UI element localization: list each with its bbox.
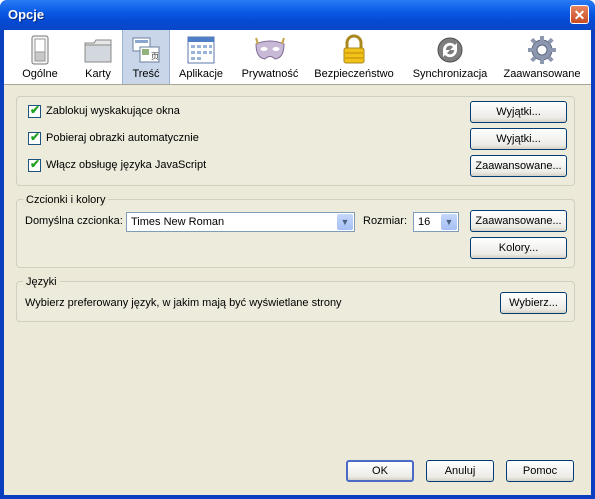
tab-security[interactable]: Bezpieczeństwo bbox=[311, 30, 397, 84]
font-size-value: 16 bbox=[418, 216, 431, 228]
content-icon: 页 bbox=[132, 37, 160, 63]
tab-label: Aplikacje bbox=[178, 68, 224, 80]
applications-icon bbox=[187, 36, 215, 64]
svg-text:页: 页 bbox=[151, 52, 159, 61]
content-group: ✔ Zablokuj wyskakujące okna Wyjątki... ✔… bbox=[16, 96, 575, 186]
load-images-label: Pobieraj obrazki automatycznie bbox=[46, 132, 199, 144]
fonts-advanced-button[interactable]: Zaawansowane... bbox=[470, 210, 567, 232]
cancel-button[interactable]: Anuluj bbox=[426, 460, 494, 482]
gear-icon bbox=[528, 36, 556, 64]
close-button[interactable]: ✕ bbox=[570, 5, 589, 24]
block-popups-checkbox[interactable]: ✔ bbox=[28, 103, 41, 118]
category-toolbar: Ogólne Karty 页 Treść Aplikacje Prywatnoś… bbox=[4, 30, 591, 85]
tab-privacy[interactable]: Prywatność bbox=[238, 30, 302, 84]
help-button[interactable]: Pomoc bbox=[506, 460, 574, 482]
colors-button[interactable]: Kolory... bbox=[470, 237, 567, 259]
options-window: Opcje ✕ Ogólne Karty 页 Treść Aplikacje P… bbox=[0, 0, 595, 499]
default-font-value: Times New Roman bbox=[131, 216, 225, 228]
languages-description: Wybierz preferowany język, w jakim mają … bbox=[25, 297, 342, 309]
default-font-select[interactable]: Times New Roman ▼ bbox=[126, 212, 355, 232]
chevron-down-icon[interactable]: ▼ bbox=[441, 214, 457, 230]
font-size-select[interactable]: 16 ▼ bbox=[413, 212, 459, 232]
chevron-down-icon[interactable]: ▼ bbox=[337, 214, 353, 230]
fonts-colors-group: Czcionki i kolory Domyślna czcionka: Tim… bbox=[16, 194, 575, 268]
javascript-advanced-button[interactable]: Zaawansowane... bbox=[470, 155, 567, 177]
window-title: Opcje bbox=[8, 7, 45, 22]
mask-icon bbox=[255, 37, 285, 60]
tab-label: Ogólne bbox=[22, 68, 58, 80]
sync-icon bbox=[437, 37, 463, 63]
default-font-label: Domyślna czcionka: bbox=[25, 215, 123, 227]
tab-sync[interactable]: Synchronizacja bbox=[405, 30, 495, 84]
tab-label: Prywatność bbox=[241, 68, 299, 80]
tab-applications[interactable]: Aplikacje bbox=[174, 30, 228, 84]
title-bar[interactable]: Opcje ✕ bbox=[0, 0, 595, 30]
tab-label: Zaawansowane bbox=[503, 68, 581, 80]
tab-label: Karty bbox=[85, 68, 111, 80]
tab-label: Treść bbox=[132, 68, 160, 80]
image-exceptions-button[interactable]: Wyjątki... bbox=[470, 128, 567, 150]
switch-icon bbox=[31, 35, 49, 65]
tab-label: Synchronizacja bbox=[412, 68, 488, 80]
languages-group: Języki Wybierz preferowany język, w jaki… bbox=[16, 276, 575, 322]
tab-general[interactable]: Ogólne bbox=[6, 30, 74, 84]
javascript-label: Włącz obsługę języka JavaScript bbox=[46, 159, 207, 171]
folder-icon bbox=[84, 39, 112, 63]
tab-label: Bezpieczeństwo bbox=[314, 68, 394, 80]
fonts-legend: Czcionki i kolory bbox=[23, 194, 109, 206]
tab-advanced[interactable]: Zaawansowane bbox=[496, 30, 588, 84]
load-images-checkbox[interactable]: ✔ bbox=[28, 130, 41, 145]
ok-button[interactable]: OK bbox=[346, 460, 414, 482]
tab-content[interactable]: 页 Treść bbox=[122, 30, 170, 84]
dialog-body: Ogólne Karty 页 Treść Aplikacje Prywatnoś… bbox=[4, 30, 591, 495]
popup-exceptions-button[interactable]: Wyjątki... bbox=[470, 101, 567, 123]
languages-legend: Języki bbox=[23, 276, 60, 288]
javascript-checkbox[interactable]: ✔ bbox=[28, 157, 41, 172]
lock-icon bbox=[343, 34, 365, 64]
choose-language-button[interactable]: Wybierz... bbox=[500, 292, 567, 314]
font-size-label: Rozmiar: bbox=[363, 215, 408, 227]
block-popups-label: Zablokuj wyskakujące okna bbox=[46, 105, 180, 117]
tab-tabs[interactable]: Karty bbox=[74, 30, 122, 84]
